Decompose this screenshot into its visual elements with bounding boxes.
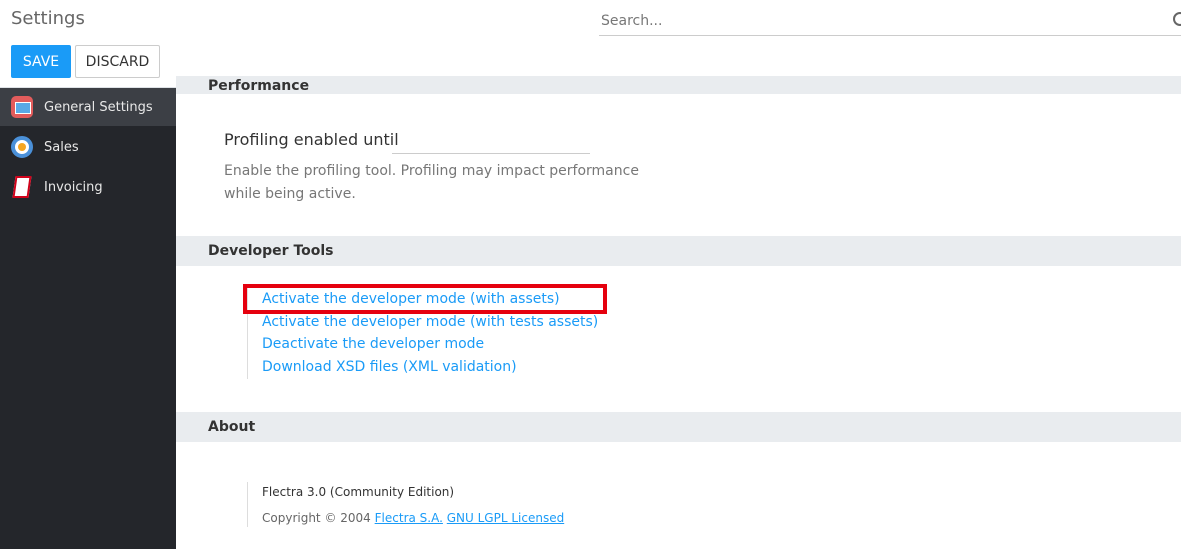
settings-sidebar: General Settings Sales Invoicing <box>0 88 176 549</box>
general-settings-icon <box>11 96 33 118</box>
search-icon[interactable] <box>1173 12 1181 26</box>
profiling-date-field[interactable] <box>392 132 590 154</box>
deactivate-dev-mode-link[interactable]: Deactivate the developer mode <box>262 333 598 356</box>
download-xsd-link[interactable]: Download XSD files (XML validation) <box>262 356 598 379</box>
company-link[interactable]: Flectra S.A. <box>375 511 443 525</box>
copyright-text: Copyright © 2004 <box>262 511 371 525</box>
copyright-line: Copyright © 2004 Flectra S.A. GNU LGPL L… <box>262 509 564 527</box>
license-link[interactable]: GNU LGPL Licensed <box>447 511 564 525</box>
sidebar-item-general-settings[interactable]: General Settings <box>0 88 176 126</box>
sidebar-item-sales[interactable]: Sales <box>0 128 176 166</box>
section-heading-developer-tools: Developer Tools <box>176 236 1181 266</box>
activate-dev-mode-assets-link[interactable]: Activate the developer mode (with assets… <box>262 288 598 311</box>
save-button[interactable]: SAVE <box>11 45 71 78</box>
activate-dev-mode-tests-link[interactable]: Activate the developer mode (with tests … <box>262 311 598 334</box>
developer-links: Activate the developer mode (with assets… <box>247 288 598 379</box>
sidebar-item-label: Sales <box>44 139 79 155</box>
control-panel: Settings SAVE DISCARD <box>0 0 1181 88</box>
sales-target-icon <box>11 136 33 158</box>
settings-content: Performance Profiling enabled until Enab… <box>176 76 1181 549</box>
section-heading-about: About <box>176 412 1181 442</box>
profiling-help-text: Enable the profiling tool. Profiling may… <box>224 163 639 202</box>
discard-button[interactable]: DISCARD <box>75 45 160 78</box>
sidebar-item-label: General Settings <box>44 99 153 115</box>
page-title: Settings <box>11 8 85 29</box>
search-bar <box>599 4 1181 36</box>
sidebar-item-label: Invoicing <box>44 179 103 195</box>
search-input[interactable] <box>599 8 1159 34</box>
profiling-setting-title: Profiling enabled until <box>224 130 399 149</box>
section-heading-performance: Performance <box>176 76 1181 94</box>
invoice-icon <box>12 176 32 198</box>
version-text: Flectra 3.0 (Community Edition) <box>262 485 455 499</box>
sidebar-item-invoicing[interactable]: Invoicing <box>0 168 176 206</box>
about-info: Flectra 3.0 (Community Edition) Copyrigh… <box>247 482 564 527</box>
